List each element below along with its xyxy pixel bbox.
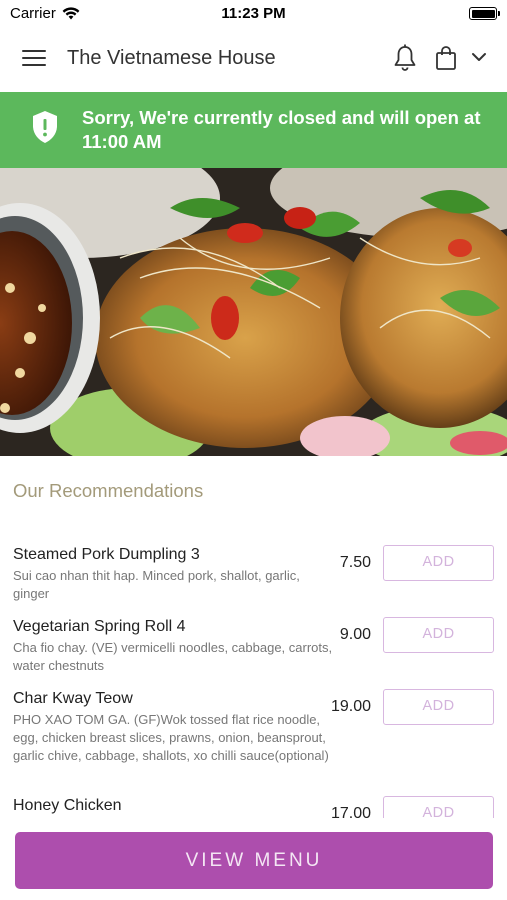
- item-name: Steamed Pork Dumpling 3: [13, 546, 200, 563]
- app-header: The Vietnamese House: [0, 28, 507, 92]
- view-menu-button[interactable]: VIEW MENU: [15, 832, 493, 889]
- item-description: Sui cao nhan thit hap. Minced pork, shal…: [13, 568, 300, 601]
- hero-food-image: [0, 168, 507, 456]
- status-time: 11:23 PM: [221, 5, 286, 22]
- restaurant-title: The Vietnamese House: [67, 47, 276, 69]
- chevron-down-icon[interactable]: [470, 50, 488, 64]
- add-button[interactable]: ADD: [383, 689, 494, 725]
- item-description: Cha fio chay. (VE) vermicelli noodles, c…: [13, 640, 333, 673]
- battery-icon: [469, 7, 500, 20]
- item-price: 7.50: [339, 554, 371, 571]
- closed-banner: Sorry, We're currently closed and will o…: [0, 92, 507, 168]
- item-description: PHO XAO TOM GA. (GF)Wok tossed flat rice…: [13, 712, 329, 763]
- item-name: Honey Chicken: [13, 797, 122, 814]
- recommendations-heading: Our Recommendations: [13, 480, 204, 501]
- add-button[interactable]: ADD: [383, 545, 494, 581]
- shield-alert-icon: [33, 111, 57, 143]
- item-name: Char Kway Teow: [13, 690, 133, 707]
- add-button[interactable]: ADD: [383, 617, 494, 653]
- menu-icon[interactable]: [22, 50, 46, 68]
- item-price: 9.00: [339, 626, 371, 643]
- closed-message: Sorry, We're currently closed and will o…: [82, 107, 481, 152]
- status-bar: Carrier 11:23 PM: [0, 0, 507, 28]
- food-photo: [0, 168, 507, 456]
- item-price: 19.00: [330, 698, 371, 715]
- shopping-bag-icon[interactable]: [435, 45, 457, 71]
- bell-icon[interactable]: [392, 44, 418, 72]
- item-name: Vegetarian Spring Roll 4: [13, 618, 186, 635]
